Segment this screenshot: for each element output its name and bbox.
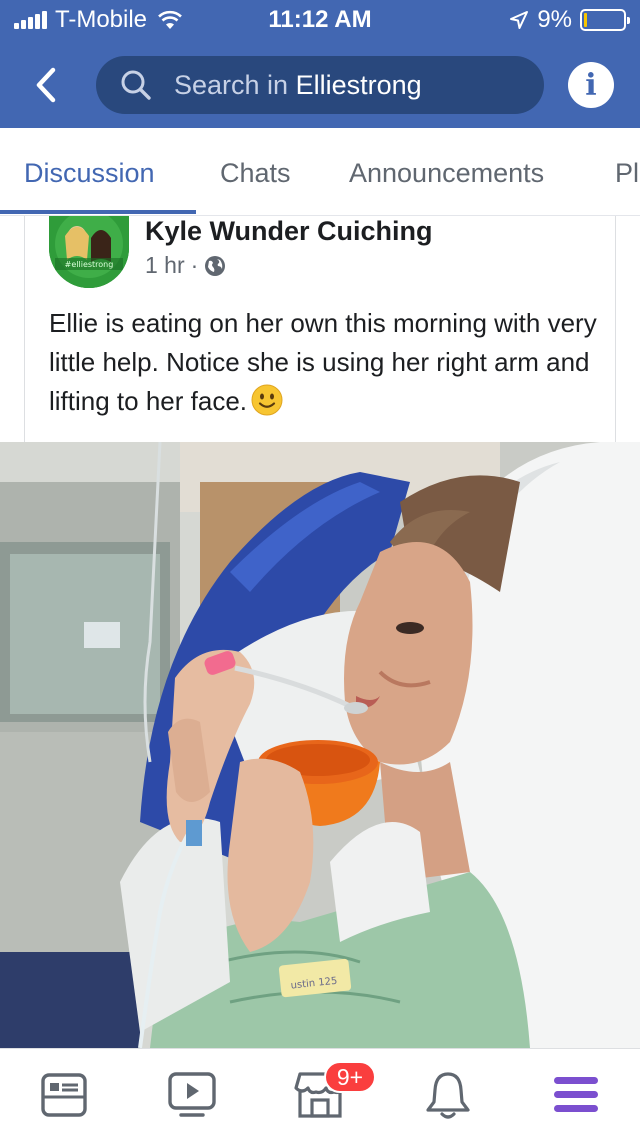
tab-watch[interactable] (164, 1067, 220, 1123)
top-header: T-Mobile 11:12 AM 9% Search in Elliestro… (0, 0, 640, 128)
smile-emoji-icon (251, 384, 283, 416)
avatar-text: #elliestrong (65, 260, 114, 269)
bottom-tab-bar: 9+ (0, 1048, 640, 1136)
photo-image: ustin 125 (0, 442, 640, 1048)
avatar-image: #elliestrong (49, 216, 129, 288)
search-prefix: Search in (174, 69, 296, 100)
battery-icon (580, 9, 630, 31)
watch-icon (168, 1072, 216, 1117)
post-text: Ellie is eating on her own this morning … (49, 308, 597, 416)
back-button[interactable] (26, 64, 66, 106)
status-bar: T-Mobile 11:12 AM 9% (0, 0, 640, 40)
post-meta: 1 hr · (145, 252, 226, 279)
search-placeholder: Search in Elliestrong (174, 70, 422, 101)
battery-fill (584, 13, 587, 27)
globe-icon (205, 255, 226, 276)
tab-photos[interactable]: Pl (615, 158, 639, 189)
group-tabs: Discussion Chats Announcements Pl (0, 128, 640, 216)
search-input[interactable]: Search in Elliestrong (96, 56, 544, 114)
news-feed-icon (41, 1073, 87, 1117)
tab-news-feed[interactable] (36, 1067, 92, 1123)
active-tab-indicator (0, 210, 196, 214)
post-body: Ellie is eating on her own this morning … (49, 304, 609, 421)
marketplace-badge: 9+ (324, 1061, 376, 1093)
status-right: 9% (509, 6, 630, 34)
search-group-name: Elliestrong (295, 69, 422, 100)
search-icon (121, 70, 151, 100)
post-photo[interactable]: ustin 125 (0, 442, 640, 1048)
bell-icon (426, 1072, 470, 1119)
tab-announcements[interactable]: Announcements (349, 158, 544, 189)
tab-notifications[interactable] (420, 1067, 476, 1123)
post-time[interactable]: 1 hr (145, 252, 185, 279)
tab-discussion[interactable]: Discussion (24, 158, 155, 189)
post-author[interactable]: Kyle Wunder Cuiching (145, 216, 433, 247)
battery-percent: 9% (537, 6, 572, 33)
tab-chats[interactable]: Chats (220, 158, 291, 189)
author-avatar[interactable]: #elliestrong (49, 216, 129, 288)
back-arrow-icon (36, 67, 56, 103)
tab-menu[interactable] (548, 1067, 604, 1123)
location-icon (510, 11, 529, 29)
info-button[interactable]: i (568, 62, 614, 108)
info-icon: i (585, 67, 597, 103)
menu-icon (554, 1077, 598, 1112)
meta-separator: · (190, 252, 199, 278)
nav-row: Search in Elliestrong i (0, 56, 640, 114)
post-card: #elliestrong Kyle Wunder Cuiching 1 hr ·… (24, 216, 616, 442)
